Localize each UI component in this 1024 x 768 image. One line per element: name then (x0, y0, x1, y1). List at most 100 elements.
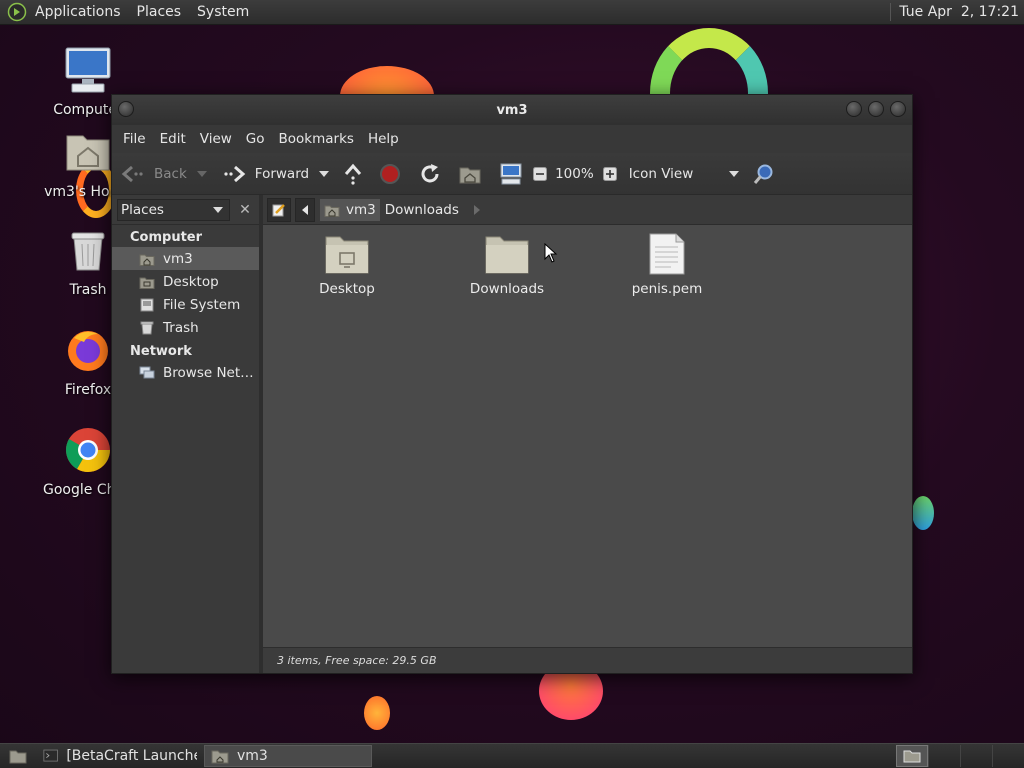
zoom-out-button[interactable] (533, 166, 548, 181)
location-bar: vm3 Downloads (263, 195, 912, 225)
menu-view[interactable]: View (193, 131, 239, 147)
edit-location-button[interactable] (267, 197, 291, 222)
wallpaper-blob-teal (912, 496, 934, 530)
close-button[interactable] (890, 101, 906, 117)
sidebar-item-file-system[interactable]: File System (112, 293, 259, 316)
chrome-icon (66, 428, 110, 472)
stop-button[interactable] (379, 163, 401, 185)
close-sidebar-icon[interactable]: ✕ (236, 202, 254, 218)
taskbar-item-vm3[interactable]: vm3 (204, 745, 372, 767)
chevron-down-icon (213, 206, 223, 213)
workspace-4[interactable] (992, 745, 1024, 767)
chevron-down-icon (728, 170, 739, 177)
view-mode-value: Icon View (628, 165, 694, 182)
mouse-cursor-icon (544, 243, 558, 263)
forward-history-dropdown[interactable] (319, 170, 330, 177)
applications-menu[interactable]: Applications (27, 4, 129, 20)
window-titlebar[interactable]: vm3 (112, 95, 912, 125)
places-sidebar: Places ✕ Computer vm3 Desktop File Syste… (112, 195, 263, 673)
trash-icon (71, 232, 105, 271)
sidebar-selector[interactable]: Places (117, 198, 230, 221)
sidebar-item-label: vm3 (163, 250, 193, 267)
zoom-out-icon (533, 166, 548, 181)
home-folder-icon (66, 135, 110, 171)
home-button[interactable] (459, 164, 481, 184)
panel-separator (890, 3, 892, 21)
workspace-1[interactable] (896, 745, 928, 767)
breadcrumb-label: Downloads (384, 201, 459, 218)
back-history-dropdown[interactable] (196, 170, 207, 177)
file-view-pane: vm3 Downloads Desktop Downloads penis.pe… (263, 195, 912, 673)
menu-edit[interactable]: Edit (153, 131, 193, 147)
sidebar-item-label: Desktop (163, 273, 219, 290)
show-desktop-button[interactable] (0, 745, 36, 767)
computer-icon (65, 47, 111, 93)
sidebar-header: Places ✕ (112, 195, 259, 225)
menu-go[interactable]: Go (239, 131, 272, 147)
breadcrumb-downloads[interactable]: Downloads (381, 198, 463, 222)
sidebar-item-label: Browse Net… (163, 364, 254, 381)
file-name: Desktop (319, 281, 375, 297)
file-manager-window: vm3 File Edit View Go Bookmarks Help Bac… (111, 94, 913, 674)
view-mode-select[interactable]: Icon View (629, 166, 739, 182)
sidebar-selector-value: Places (121, 201, 164, 218)
forward-button[interactable]: Forward (221, 164, 309, 184)
home-icon (211, 750, 229, 764)
search-button[interactable] (753, 163, 775, 185)
file-item[interactable]: penis.pem (612, 233, 722, 297)
up-arrow-icon (344, 163, 362, 185)
sidebar-item-browse-network[interactable]: Browse Net… (112, 361, 259, 384)
minimize-button[interactable] (846, 101, 862, 117)
system-menu[interactable]: System (189, 4, 257, 20)
sidebar-item-label: File System (163, 296, 241, 313)
chevron-right-icon (473, 204, 480, 215)
desktop-folder-icon (325, 236, 369, 274)
places-menu[interactable]: Places (129, 4, 190, 20)
show-desktop-icon (9, 750, 27, 764)
breadcrumb-vm3[interactable]: vm3 (319, 197, 381, 222)
up-button[interactable] (343, 163, 363, 185)
top-panel: Applications Places System Tue Apr 2, 17… (0, 0, 1024, 25)
window-title: vm3 (496, 102, 528, 118)
sidebar-item-vm3[interactable]: vm3 (112, 247, 259, 270)
bottom-panel: [BetaCraft Launcher... vm3 (0, 743, 1024, 768)
search-icon (753, 164, 773, 184)
zoom-in-icon (602, 166, 617, 181)
sidebar-item-label: Trash (163, 319, 199, 336)
file-name: Downloads (469, 281, 545, 297)
desktop-folder-icon (139, 277, 155, 289)
computer-icon (500, 163, 522, 184)
file-item[interactable]: Desktop (292, 233, 402, 297)
back-label: Back (154, 165, 187, 182)
zoom-level[interactable]: 100% (555, 166, 594, 182)
applications-logo-icon[interactable] (7, 2, 27, 22)
taskbar-item-betacraft[interactable]: [BetaCraft Launcher... (36, 745, 204, 767)
breadcrumb-label: vm3 (346, 201, 376, 218)
workspace-3[interactable] (960, 745, 992, 767)
clock[interactable]: Tue Apr 2, 17:21 (899, 4, 1024, 20)
sidebar-item-desktop[interactable]: Desktop (112, 270, 259, 293)
path-scroll-left-button[interactable] (295, 197, 315, 222)
menu-file[interactable]: File (116, 131, 153, 147)
workspace-2[interactable] (928, 745, 960, 767)
back-arrow-icon (121, 165, 143, 182)
window-thumbnail-icon (903, 750, 921, 763)
status-bar: 3 items, Free space: 29.5 GB (263, 647, 912, 673)
workspace-switcher (896, 745, 1024, 767)
chevron-down-icon (196, 170, 207, 177)
window-menu-button[interactable] (118, 101, 134, 117)
menu-bookmarks[interactable]: Bookmarks (272, 131, 361, 147)
task-label: vm3 (237, 748, 268, 764)
computer-button[interactable] (499, 163, 523, 185)
wallpaper-blob-small (364, 696, 390, 730)
menu-help[interactable]: Help (361, 131, 406, 147)
path-scroll-right-button[interactable] (469, 198, 485, 222)
back-button[interactable]: Back (120, 164, 187, 184)
terminal-icon (43, 749, 58, 762)
reload-button[interactable] (419, 163, 441, 185)
file-name: penis.pem (631, 281, 703, 297)
sidebar-item-trash[interactable]: Trash (112, 316, 259, 339)
zoom-in-button[interactable] (602, 166, 617, 181)
reload-icon (421, 163, 439, 182)
maximize-button[interactable] (868, 101, 884, 117)
